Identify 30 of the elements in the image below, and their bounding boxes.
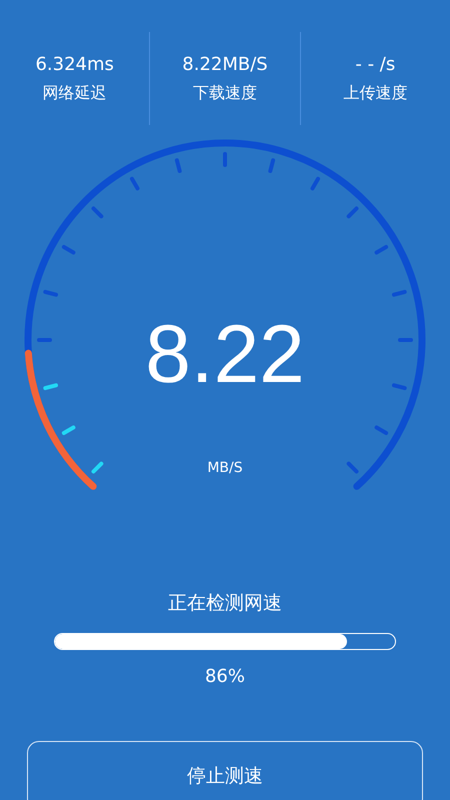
stop-test-button[interactable]: 停止测速	[27, 741, 423, 800]
stat-value: 8.22MB/S	[182, 54, 268, 76]
stat-label: 下载速度	[192, 82, 257, 104]
gauge-tick	[43, 290, 58, 297]
gauge-tick	[174, 158, 182, 173]
gauge-tick	[398, 338, 413, 342]
gauge-tick	[346, 206, 358, 218]
gauge-tick	[392, 290, 407, 297]
gauge-tick	[223, 152, 227, 167]
speed-reading: 8.22	[145, 310, 305, 400]
gauge-tick	[62, 245, 76, 254]
gauge-tick	[37, 338, 52, 342]
stat-label: 网络延迟	[42, 82, 107, 104]
status-text: 正在检测网速	[168, 591, 282, 616]
stat-label: 上传速度	[343, 82, 408, 104]
gauge-tick	[268, 158, 276, 173]
stat-value: - - /s	[355, 54, 396, 76]
stat-value: 6.324ms	[35, 54, 114, 76]
gauge-tick	[92, 462, 104, 474]
gauge-tick	[374, 426, 388, 435]
speed-unit: MB/S	[207, 459, 243, 477]
gauge-tick	[346, 462, 358, 474]
gauge-tick	[310, 176, 320, 190]
gauge-tick	[374, 245, 388, 254]
gauge-tick	[392, 383, 407, 390]
gauge-tick	[62, 426, 76, 435]
gauge-tick	[92, 206, 104, 218]
progress-percent: 86%	[204, 665, 245, 689]
gauge-tick	[130, 176, 140, 190]
gauge-tick	[43, 383, 58, 390]
